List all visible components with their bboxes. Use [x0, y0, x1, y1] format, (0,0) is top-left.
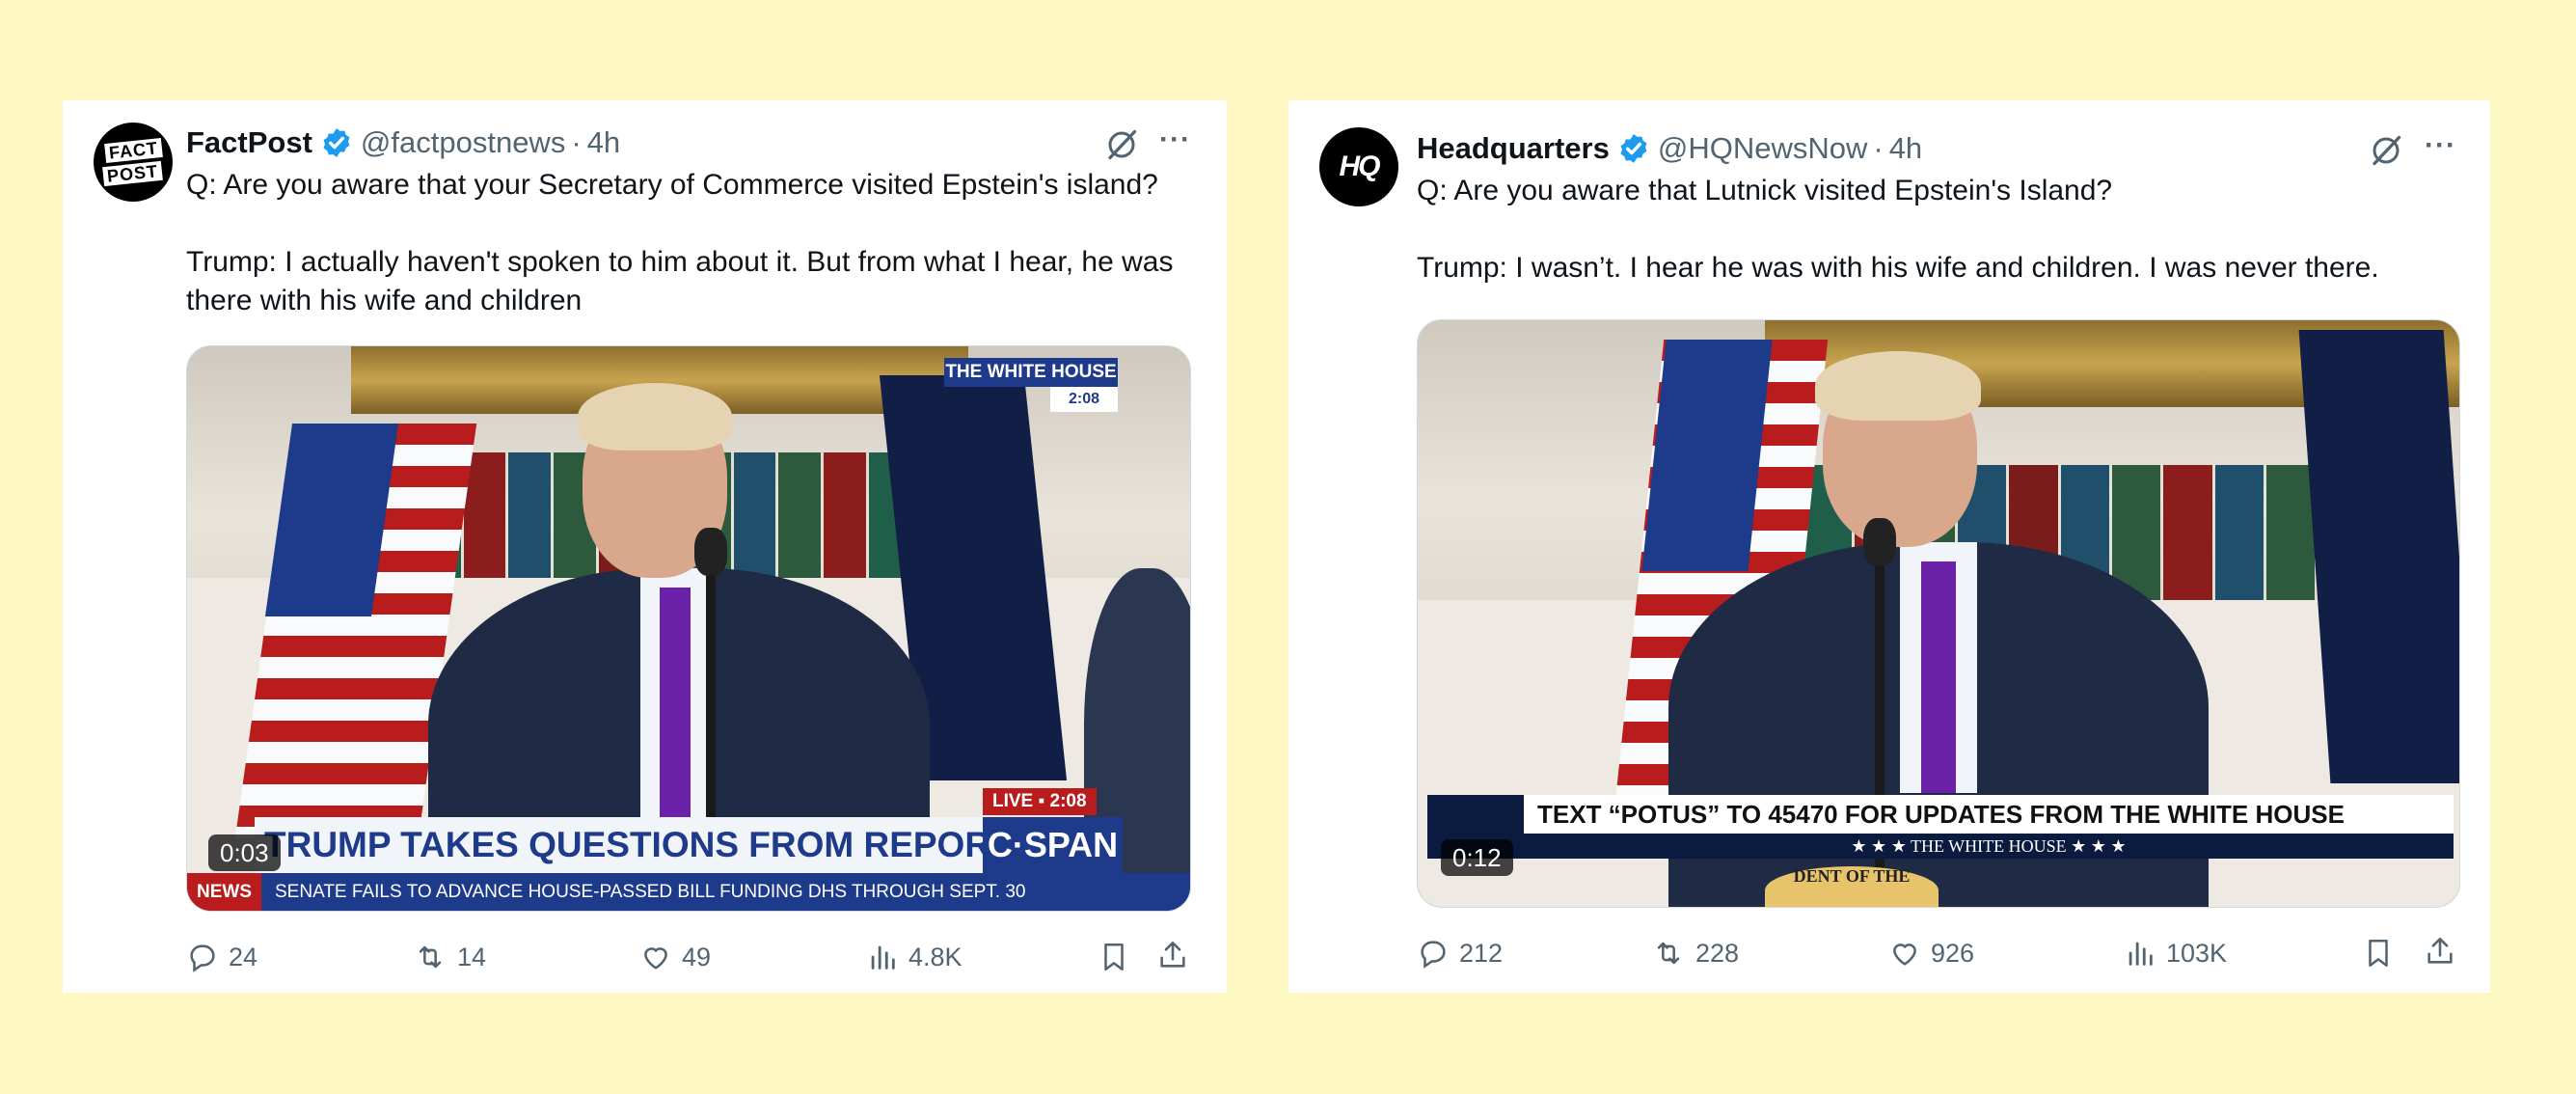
reply-button[interactable]: 24 — [186, 941, 258, 973]
author-name[interactable]: Headquarters — [1417, 131, 1610, 166]
video-microphone — [694, 528, 727, 576]
video-ticker-tag: NEWS — [187, 873, 261, 911]
tweet-text-question: Q: Are you aware that your Secretary of … — [186, 169, 1158, 201]
video-speaker-tie — [1921, 561, 1956, 793]
repost-count: 14 — [457, 942, 487, 971]
reply-count: 212 — [1459, 938, 1504, 968]
author-handle[interactable]: @factpostnews — [361, 125, 565, 160]
tweet-card-factpost[interactable]: FACT POST FactPost @factpostnews · 4h ··… — [63, 100, 1227, 993]
reply-icon — [190, 944, 215, 972]
separator-dot: · — [571, 125, 582, 159]
video-speaker-hair — [578, 383, 732, 451]
verified-badge-icon — [323, 128, 350, 157]
views-button[interactable]: 103K — [2124, 937, 2227, 970]
timestamp[interactable]: 4h — [1889, 131, 1922, 166]
more-icon[interactable]: ··· — [2425, 129, 2456, 162]
like-button[interactable]: 926 — [1888, 937, 1974, 970]
video-bug-time: 2:08 — [1050, 387, 1118, 412]
avatar-text-fact: FACT — [103, 137, 163, 164]
like-count: 926 — [1931, 938, 1975, 968]
views-count: 103K — [2166, 938, 2228, 968]
video-duration-badge: 0:03 — [208, 834, 281, 871]
video-microphone — [1863, 518, 1896, 566]
reply-button[interactable]: 212 — [1417, 937, 1503, 970]
video-ticker-text: SENATE FAILS TO ADVANCE HOUSE-PASSED BIL… — [275, 881, 1026, 902]
author-handle[interactable]: @HQNewsNow — [1658, 131, 1868, 166]
video-sub-banner: ★ ★ ★ THE WHITE HOUSE ★ ★ ★ — [1524, 834, 2454, 859]
like-icon — [644, 947, 667, 970]
avatar[interactable]: FACT POST — [94, 123, 173, 202]
views-count: 4.8K — [908, 942, 963, 971]
like-button[interactable]: 49 — [639, 941, 711, 973]
video-news-ticker: NEWS SENATE FAILS TO ADVANCE HOUSE-PASSE… — [187, 873, 1190, 911]
grok-icon[interactable] — [2369, 133, 2403, 168]
video-seal: DENT OF THE — [1765, 866, 1939, 907]
tweet-text: Q: Are you aware that your Secretary of … — [186, 166, 1208, 320]
grok-icon[interactable] — [1104, 127, 1139, 162]
tweet-text-answer: Trump: I actually haven't spoken to him … — [186, 246, 1174, 316]
tweet-card-headquarters[interactable]: HQ Headquarters @HQNewsNow · 4h ··· Q: A… — [1288, 100, 2490, 993]
tweet-text: Q: Are you aware that Lutnick visited Ep… — [1417, 172, 2478, 287]
reply-count: 24 — [229, 942, 258, 971]
views-button[interactable]: 4.8K — [866, 941, 963, 973]
share-icon[interactable] — [1156, 939, 1189, 971]
like-icon — [1893, 944, 1916, 966]
repost-icon — [419, 945, 442, 969]
reply-icon — [1421, 941, 1446, 969]
video-network-bug: THE WHITE HOUSE — [944, 358, 1118, 387]
more-icon[interactable]: ··· — [1159, 123, 1191, 156]
video-speaker-tie — [660, 588, 691, 848]
tweet-header: Headquarters @HQNewsNow · 4h — [1417, 131, 1922, 166]
video-speaker-hair — [1815, 351, 1981, 421]
repost-button[interactable]: 14 — [413, 941, 486, 973]
video-headline-banner: TEXT “POTUS” TO 45470 FOR UPDATES FROM T… — [1524, 795, 2454, 834]
video-headline-banner: TRUMP TAKES QUESTIONS FROM REPORTERS — [255, 817, 1086, 873]
video-network-logo: C·SPAN — [983, 817, 1123, 873]
like-count: 49 — [682, 942, 712, 971]
avatar[interactable]: HQ — [1319, 127, 1398, 206]
bookmark-icon[interactable] — [2362, 937, 2395, 970]
video-live-badge: LIVE ▪ 2:08 — [983, 788, 1097, 815]
views-icon — [871, 945, 895, 970]
share-icon[interactable] — [2424, 935, 2456, 968]
tweet-actions: 24 14 49 4.8K — [186, 938, 1208, 976]
repost-button[interactable]: 228 — [1651, 937, 1739, 970]
separator-dot: · — [1873, 131, 1884, 165]
verified-badge-icon — [1620, 134, 1647, 163]
tweet-text-question: Q: Are you aware that Lutnick visited Ep… — [1417, 175, 2113, 206]
video-duration-badge: 0:12 — [1441, 839, 1513, 876]
avatar-text-hq: HQ — [1339, 150, 1381, 182]
tweet-actions: 212 228 926 103K — [1417, 934, 2458, 972]
repost-count: 228 — [1695, 938, 1740, 968]
avatar-text-post: POST — [102, 160, 164, 187]
author-name[interactable]: FactPost — [186, 125, 312, 160]
repost-icon — [1657, 942, 1680, 965]
video-player[interactable]: TEXT “POTUS” TO 45470 FOR UPDATES FROM T… — [1417, 319, 2460, 908]
tweet-header: FactPost @factpostnews · 4h — [186, 125, 620, 160]
tweet-text-answer: Trump: I wasn’t. I hear he was with his … — [1417, 252, 2379, 284]
video-player[interactable]: THE WHITE HOUSE 2:08 LIVE ▪ 2:08 TRUMP T… — [186, 345, 1191, 912]
timestamp[interactable]: 4h — [587, 125, 620, 160]
bookmark-icon[interactable] — [1098, 941, 1130, 973]
views-icon — [2129, 942, 2153, 966]
